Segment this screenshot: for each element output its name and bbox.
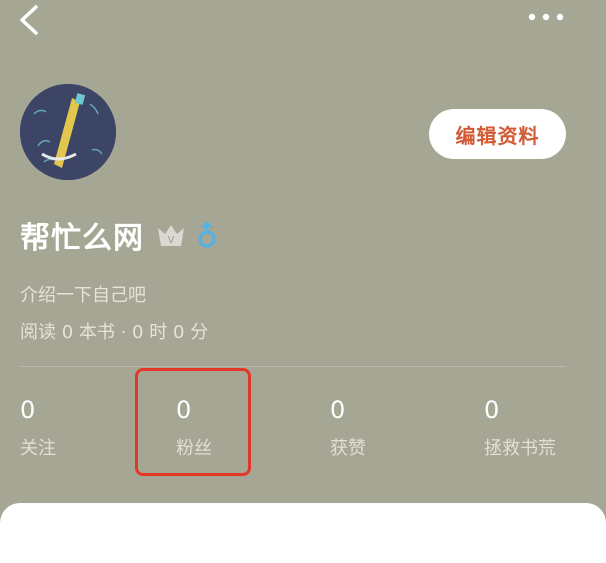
stat-label: 关注 (20, 438, 56, 459)
more-options-button[interactable] (526, 10, 566, 24)
stat-label: 拯救书荒 (484, 438, 556, 459)
content-card (0, 503, 606, 563)
divider (20, 366, 566, 367)
username: 帮忙么网 (20, 221, 144, 256)
stat-label: 获赞 (330, 438, 366, 459)
stat-value: 0 (330, 396, 346, 424)
avatar[interactable] (20, 84, 116, 180)
stat-book-rescue[interactable]: 0 拯救书荒 (484, 396, 556, 460)
profile-name-row: 帮忙么网 V (20, 212, 220, 258)
crown-v-icon[interactable]: V (156, 222, 186, 248)
back-button[interactable] (14, 4, 44, 36)
stat-likes[interactable]: 0 获赞 (330, 396, 366, 460)
highlight-box (135, 368, 251, 476)
avatar-image (20, 84, 116, 180)
stat-value: 0 (20, 396, 36, 424)
svg-text:V: V (168, 235, 175, 246)
edit-profile-button[interactable]: 编辑资料 (429, 109, 566, 159)
stat-following[interactable]: 0 关注 (20, 396, 56, 460)
bio-text[interactable]: 介绍一下自己吧 (20, 281, 146, 307)
stat-value: 0 (484, 396, 500, 424)
reading-stats: 阅读 0 本书 · 0 时 0 分 (20, 322, 209, 343)
male-gender-icon (198, 221, 216, 248)
